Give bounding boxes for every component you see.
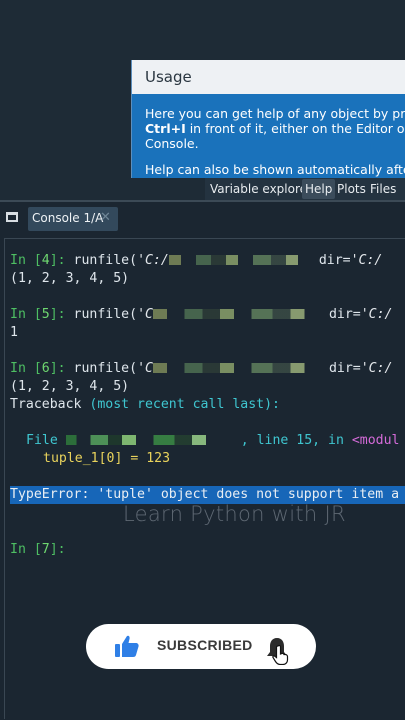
- help-line-3: Console.: [145, 136, 199, 151]
- path-string: 'C: [137, 307, 153, 322]
- like-icon: [115, 635, 139, 657]
- redacted-path: [168, 255, 319, 265]
- cursor-icon: [272, 645, 289, 665]
- redacted-path: [152, 309, 329, 319]
- runfile-call: runfile(: [73, 307, 138, 322]
- prompt: In [7]:: [10, 542, 66, 557]
- tab-plots[interactable]: Plots: [334, 179, 369, 199]
- input-line-5: In [5]: runfile('C dir='C:/: [10, 306, 393, 324]
- dir-arg: dir=: [328, 307, 361, 322]
- pane-tabbar: Variable explorer Help Plots Files: [205, 178, 405, 200]
- input-line-6: In [6]: runfile('C dir='C:/: [10, 360, 393, 378]
- close-icon[interactable]: ✕: [100, 210, 111, 225]
- watermark: Learn Python with JR: [123, 502, 346, 526]
- runfile-call: runfile(: [73, 361, 138, 376]
- help-line-1: Here you can get help of any object by p…: [145, 106, 405, 121]
- help-title: Usage: [132, 60, 405, 94]
- runfile-call: runfile(: [73, 253, 138, 268]
- dir-string: 'C:/: [360, 361, 393, 376]
- help-panel: Usage Here you can get help of any objec…: [131, 60, 405, 178]
- output-line-6: (1, 2, 3, 4, 5): [10, 379, 130, 394]
- prompt: In [6]:: [10, 361, 74, 376]
- output-line-4: (1, 2, 3, 4, 5): [10, 271, 130, 286]
- tab-help[interactable]: Help: [302, 179, 336, 199]
- prompt: In [4]:: [10, 253, 74, 268]
- traceback-header: Traceback (most recent call last):: [10, 397, 280, 412]
- traceback-file-line: File , line 15, in <modul: [26, 433, 400, 448]
- dir-arg: dir=: [328, 361, 361, 376]
- input-line-4: In [4]: runfile('C:/dir='C:/: [10, 252, 382, 270]
- help-line-2: in front of it, either on the Editor or …: [189, 121, 405, 136]
- output-line-5: 1: [10, 325, 18, 340]
- redacted-path: [152, 363, 329, 373]
- path-string: 'C: [137, 361, 153, 376]
- dir-arg: dir=: [318, 253, 351, 268]
- help-body: Here you can get help of any object by p…: [132, 94, 405, 177]
- redacted-file-path: [65, 435, 241, 445]
- path-string: 'C:/: [137, 253, 169, 268]
- input-line-7[interactable]: In [7]:: [10, 541, 66, 559]
- tab-variable-explorer[interactable]: Variable explorer: [207, 179, 315, 199]
- console-tab-label: Console 1/A: [32, 211, 104, 225]
- prompt: In [5]:: [10, 307, 74, 322]
- dir-string: 'C:/: [360, 307, 393, 322]
- traceback-code-line: tuple_1[0] = 123: [43, 451, 171, 466]
- console-icon: [6, 212, 18, 222]
- tab-files[interactable]: Files: [367, 179, 399, 199]
- subscribed-label: SUBSCRIBED: [157, 637, 253, 653]
- pane-divider[interactable]: [0, 200, 405, 202]
- dir-string: 'C:/: [350, 253, 383, 268]
- help-shortcut: Ctrl+I: [145, 121, 186, 136]
- help-line-4: Help can also be shown automatically aft…: [145, 162, 405, 177]
